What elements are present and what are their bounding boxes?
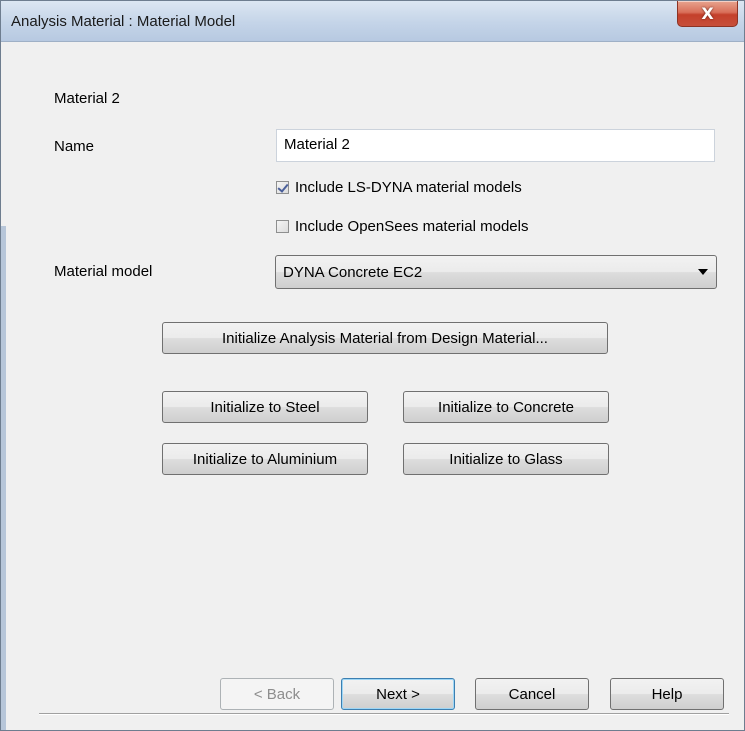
init-steel-button[interactable]: Initialize to Steel xyxy=(162,391,368,423)
close-icon: X xyxy=(701,4,714,23)
name-label: Name xyxy=(54,138,95,155)
include-lsdyna-label: Include LS-DYNA material models xyxy=(295,179,522,196)
back-button[interactable]: < Back xyxy=(220,678,334,710)
close-button[interactable]: X xyxy=(677,1,738,27)
include-opensees-checkbox[interactable] xyxy=(276,220,289,233)
footer-separator xyxy=(39,713,729,715)
include-lsdyna-checkbox[interactable] xyxy=(276,181,289,194)
include-opensees-option[interactable]: Include OpenSees material models xyxy=(276,218,528,235)
include-opensees-label: Include OpenSees material models xyxy=(295,218,529,235)
chevron-down-icon xyxy=(698,269,708,275)
init-aluminium-button[interactable]: Initialize to Aluminium xyxy=(162,443,368,475)
init-from-design-button[interactable]: Initialize Analysis Material from Design… xyxy=(162,322,608,354)
material-model-select[interactable]: DYNA Concrete EC2 xyxy=(275,255,717,289)
help-button[interactable]: Help xyxy=(610,678,724,710)
init-concrete-button[interactable]: Initialize to Concrete xyxy=(403,391,609,423)
material-model-value: DYNA Concrete EC2 xyxy=(283,264,423,281)
init-glass-button[interactable]: Initialize to Glass xyxy=(403,443,609,475)
cancel-button[interactable]: Cancel xyxy=(475,678,589,710)
include-lsdyna-option[interactable]: Include LS-DYNA material models xyxy=(276,179,522,196)
material-model-label: Material model xyxy=(54,263,153,280)
name-field[interactable]: Material 2 xyxy=(276,129,715,162)
window-left-edge xyxy=(1,226,6,730)
dialog-window: Analysis Material : Material Model X Mat… xyxy=(0,0,745,731)
window-title: Analysis Material : Material Model xyxy=(11,13,236,30)
material-heading: Material 2 xyxy=(54,90,120,107)
title-bar[interactable]: Analysis Material : Material Model X xyxy=(1,1,744,42)
next-button[interactable]: Next > xyxy=(341,678,455,710)
